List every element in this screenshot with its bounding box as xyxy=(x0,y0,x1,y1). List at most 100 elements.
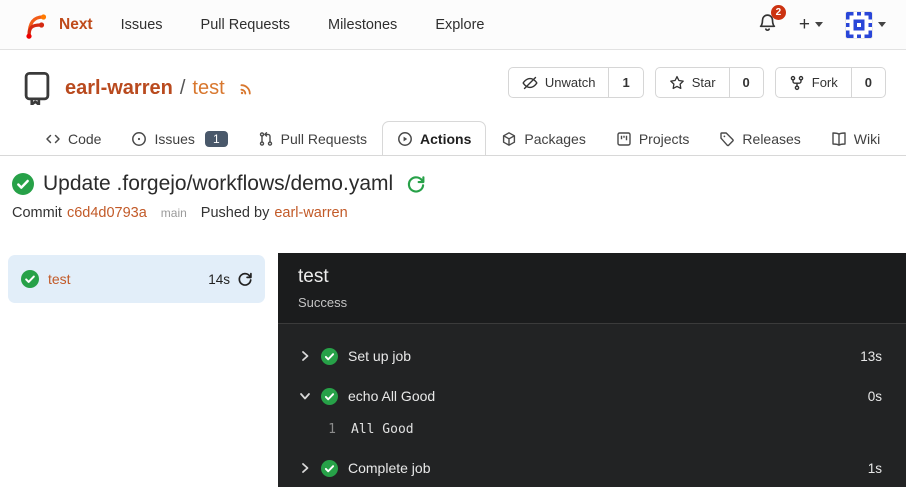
job-log-title: test xyxy=(298,266,886,288)
step-name: echo All Good xyxy=(348,388,435,404)
tab-label: Projects xyxy=(639,131,690,147)
commit-sha-link[interactable]: c6d4d0793a xyxy=(67,205,147,221)
tab-label: Pull Requests xyxy=(281,131,367,147)
tab-label: Code xyxy=(68,131,101,147)
chevron-right-icon xyxy=(298,462,312,474)
star-label: Star xyxy=(692,75,716,90)
pushed-by-label: Pushed by xyxy=(201,205,270,221)
nav-link-explore[interactable]: Explore xyxy=(435,17,484,33)
play-circle-icon xyxy=(397,131,413,147)
run-title: Update .forgejo/workflows/demo.yaml xyxy=(43,172,393,196)
chevron-down-icon xyxy=(878,22,886,27)
job-log-panel: test Success Set up job 13s echo All Goo… xyxy=(278,253,906,487)
fork-icon xyxy=(789,75,805,91)
chevron-right-icon xyxy=(298,350,312,362)
package-icon xyxy=(501,131,517,147)
log-line-number: 1 xyxy=(322,422,336,437)
unwatch-label: Unwatch xyxy=(545,75,596,90)
job-duration: 14s xyxy=(208,272,230,287)
step-row-complete-job[interactable]: Complete job 1s xyxy=(278,448,906,487)
nav-link-pull-requests[interactable]: Pull Requests xyxy=(201,17,290,33)
tab-projects[interactable]: Projects xyxy=(601,121,705,156)
avatar xyxy=(845,11,873,39)
navbar-right: 2 + xyxy=(758,11,886,39)
issues-count-badge: 1 xyxy=(205,131,228,147)
job-list-item-test[interactable]: test 14s xyxy=(8,255,265,303)
step-duration: 0s xyxy=(868,389,882,404)
fork-label: Fork xyxy=(812,75,838,90)
repo-name-link[interactable]: test xyxy=(192,77,224,100)
notification-count-badge: 2 xyxy=(771,5,786,20)
chevron-down-icon xyxy=(298,390,312,402)
nav-link-issues[interactable]: Issues xyxy=(121,17,163,33)
tab-wiki[interactable]: Wiki xyxy=(816,121,895,156)
top-navbar: Next Issues Pull Requests Milestones Exp… xyxy=(0,0,906,50)
tab-label: Issues xyxy=(154,131,194,147)
forgejo-home-link[interactable]: Next xyxy=(20,10,93,40)
user-menu-button[interactable] xyxy=(845,11,886,39)
step-row-echo-all-good[interactable]: echo All Good 0s xyxy=(278,376,906,416)
plus-icon: + xyxy=(799,15,810,34)
rss-feed-icon[interactable] xyxy=(238,79,256,97)
step-duration: 1s xyxy=(868,461,882,476)
success-check-icon xyxy=(21,270,39,288)
watch-count[interactable]: 1 xyxy=(608,68,642,97)
step-list: Set up job 13s echo All Good 0s 1 All Go… xyxy=(278,324,906,487)
pull-request-icon xyxy=(258,131,274,147)
brand-name: Next xyxy=(59,16,93,34)
star-button-group: Star 0 xyxy=(655,67,764,98)
star-button[interactable]: Star xyxy=(656,68,729,97)
tab-label: Wiki xyxy=(854,131,880,147)
run-meta: Commit c6d4d0793a main Pushed by earl-wa… xyxy=(12,205,892,221)
step-name: Complete job xyxy=(348,460,431,476)
create-new-button[interactable]: + xyxy=(799,15,823,34)
job-status: Success xyxy=(298,295,886,310)
repo-title: earl-warren / test xyxy=(65,77,256,100)
step-name: Set up job xyxy=(348,348,411,364)
issue-icon xyxy=(131,131,147,147)
tab-issues[interactable]: Issues 1 xyxy=(116,121,242,156)
notifications-button[interactable]: 2 xyxy=(758,13,777,37)
nav-link-milestones[interactable]: Milestones xyxy=(328,17,397,33)
workflow-run-header: Update .forgejo/workflows/demo.yaml Comm… xyxy=(0,156,906,221)
fork-button-group: Fork 0 xyxy=(775,67,886,98)
repo-tab-bar: Code Issues 1 Pull Requests Actions xyxy=(0,115,906,156)
success-check-icon xyxy=(12,173,34,195)
rerun-icon[interactable] xyxy=(406,174,426,194)
commit-label: Commit xyxy=(12,205,62,221)
tab-activity[interactable]: Ac xyxy=(895,121,906,156)
success-check-icon xyxy=(321,388,338,405)
log-line-text: All Good xyxy=(351,422,414,437)
repo-separator: / xyxy=(180,77,186,100)
tab-label: Actions xyxy=(420,131,471,147)
nav-links: Issues Pull Requests Milestones Explore xyxy=(121,17,485,33)
tab-label: Releases xyxy=(742,131,800,147)
star-count[interactable]: 0 xyxy=(729,68,763,97)
book-icon xyxy=(831,131,847,147)
tab-releases[interactable]: Releases xyxy=(704,121,815,156)
repo-action-buttons: Unwatch 1 Star 0 xyxy=(508,67,886,98)
project-icon xyxy=(616,131,632,147)
repository-icon xyxy=(22,71,52,105)
fork-button[interactable]: Fork xyxy=(776,68,851,97)
tab-label: Packages xyxy=(524,131,585,147)
rerun-job-icon[interactable] xyxy=(237,271,253,287)
job-name: test xyxy=(48,271,71,287)
job-log-header: test Success xyxy=(278,253,906,324)
star-icon xyxy=(669,75,685,91)
fork-count[interactable]: 0 xyxy=(851,68,885,97)
eye-slash-icon xyxy=(522,75,538,91)
repo-header: earl-warren / test Unwatch 1 xyxy=(0,50,906,115)
repo-owner-link[interactable]: earl-warren xyxy=(65,77,173,100)
unwatch-button[interactable]: Unwatch xyxy=(509,68,609,97)
tab-pull-requests[interactable]: Pull Requests xyxy=(243,121,382,156)
step-duration: 13s xyxy=(860,349,882,364)
tab-packages[interactable]: Packages xyxy=(486,121,600,156)
step-row-set-up-job[interactable]: Set up job 13s xyxy=(278,336,906,376)
tab-actions[interactable]: Actions xyxy=(382,121,486,156)
chevron-down-icon xyxy=(815,22,823,27)
tab-code[interactable]: Code xyxy=(30,121,116,156)
pushed-by-user-link[interactable]: earl-warren xyxy=(274,205,347,221)
log-line: 1 All Good xyxy=(278,416,906,442)
branch-label[interactable]: main xyxy=(161,206,187,220)
